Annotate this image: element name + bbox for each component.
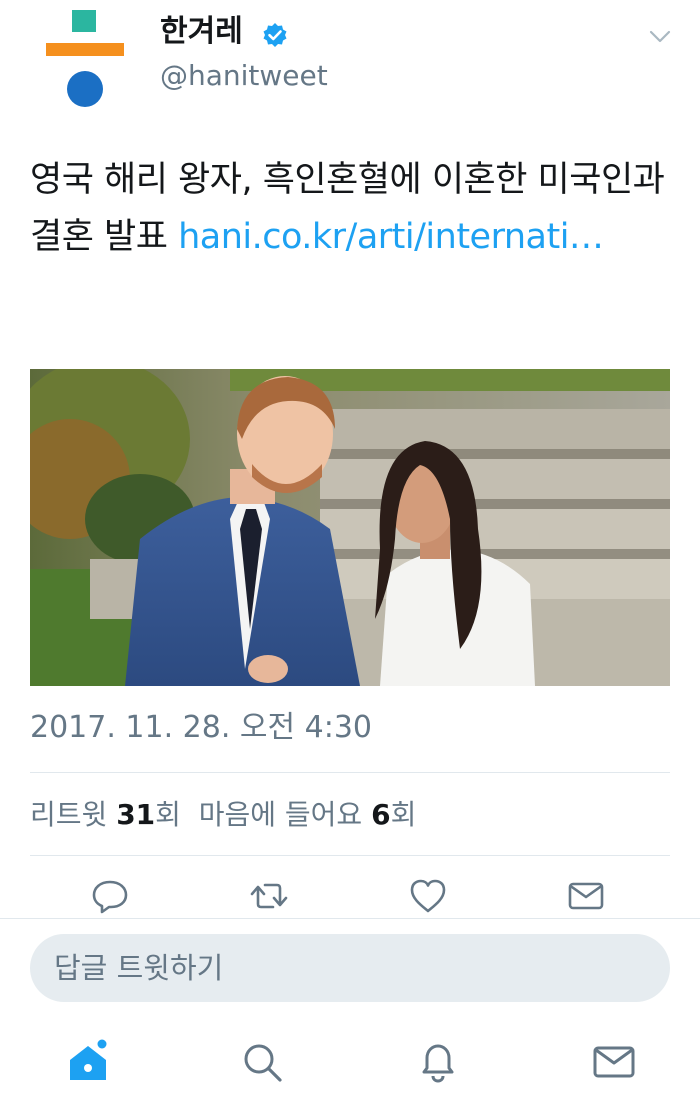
search-icon	[244, 1044, 282, 1082]
nav-home[interactable]	[64, 1038, 112, 1086]
notifications-icon	[422, 1044, 454, 1083]
nav-notifications[interactable]	[414, 1038, 462, 1086]
messages-icon	[593, 1046, 635, 1078]
photo-image	[30, 369, 670, 686]
display-name[interactable]: 한겨레	[160, 12, 243, 52]
account-logo-avatar[interactable]	[46, 10, 126, 110]
mail-icon	[568, 882, 604, 910]
like-button[interactable]	[408, 876, 448, 916]
tweet-stats: 리트윗 31회 마음에 들어요 6회	[30, 796, 416, 834]
retweets-label[interactable]: 리트윗	[30, 798, 107, 831]
direct-message-button[interactable]	[566, 876, 606, 916]
nav-search[interactable]	[238, 1038, 286, 1086]
tweet-timestamp: 2017. 11. 28. 오전 4:30	[30, 710, 373, 745]
reply-button[interactable]	[90, 876, 130, 916]
reply-icon	[92, 880, 128, 914]
divider	[30, 772, 670, 773]
divider	[30, 855, 670, 856]
tweet-text: 영국 해리 왕자, 흑인혼혈에 이혼한 미국인과 결혼 발표 hani.co.k…	[30, 152, 670, 266]
verified-badge-icon	[262, 22, 288, 48]
tweet-link[interactable]: hani.co.kr/arti/internati…	[178, 217, 604, 257]
retweets-suffix: 회	[155, 798, 181, 831]
account-handle[interactable]: @hanitweet	[160, 58, 328, 94]
retweet-icon	[250, 883, 288, 909]
tweet-photo[interactable]	[30, 369, 670, 686]
reply-input[interactable]: 답글 트윗하기	[30, 934, 670, 1002]
home-icon	[70, 1039, 107, 1080]
heart-icon	[410, 879, 446, 913]
retweet-button[interactable]	[249, 876, 289, 916]
likes-count[interactable]: 6	[371, 798, 390, 831]
likes-label[interactable]: 마음에 들어요	[199, 798, 362, 831]
nav-messages[interactable]	[590, 1038, 638, 1086]
likes-suffix: 회	[390, 798, 417, 831]
chevron-down-icon[interactable]	[648, 28, 672, 46]
retweets-count[interactable]: 31	[116, 798, 155, 831]
